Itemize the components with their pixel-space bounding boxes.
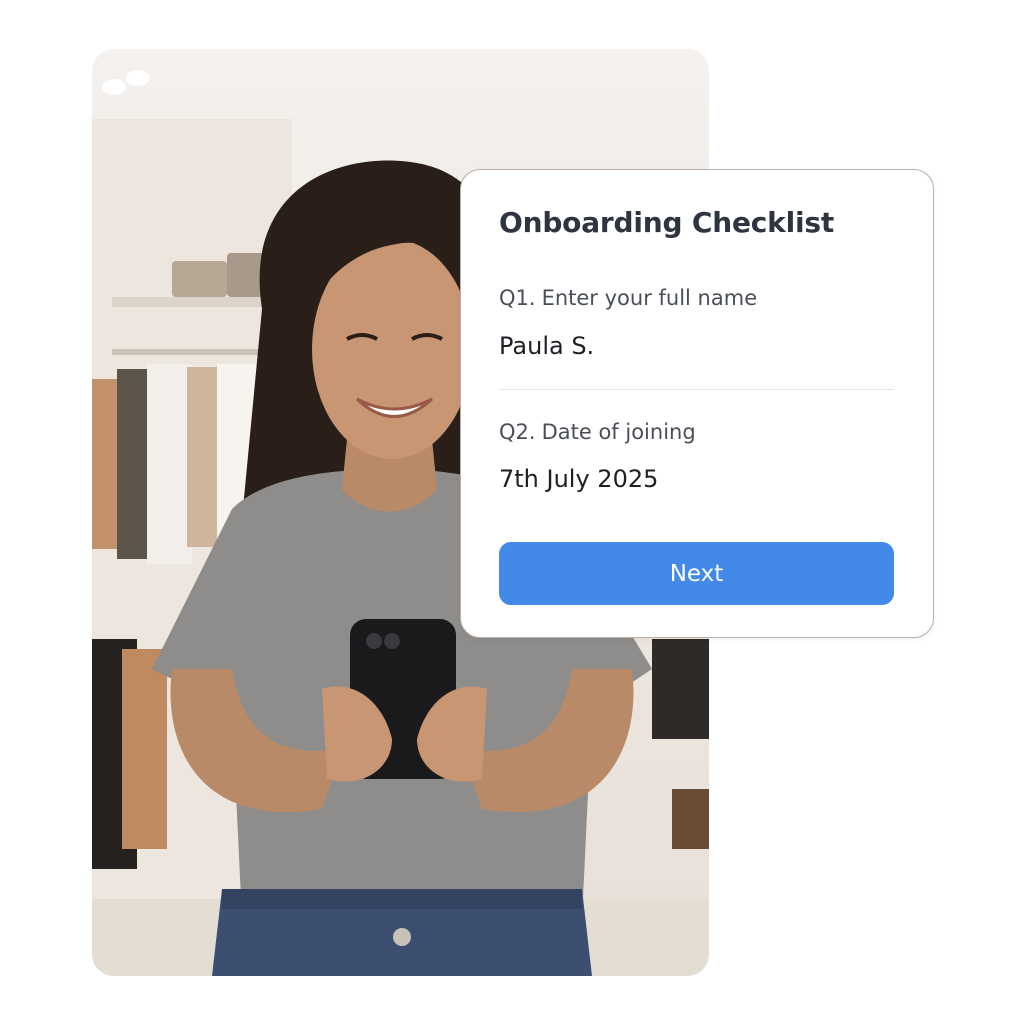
question-1-label: Q1. Enter your full name [499, 286, 757, 310]
jeans-button [393, 928, 411, 946]
full-name-value[interactable]: Paula S. [499, 332, 594, 360]
next-button[interactable]: Next [499, 542, 894, 605]
ceiling-light [126, 70, 150, 86]
question-2-text: Date of joining [541, 420, 696, 444]
folded-clothes [172, 261, 227, 297]
page: Onboarding Checklist Q1. Enter your full … [0, 0, 1036, 1028]
hanging-garment [652, 639, 709, 739]
question-1-number: Q1. [499, 286, 536, 310]
hanging-garment [147, 364, 192, 564]
phone-camera [384, 633, 400, 649]
divider [499, 389, 894, 390]
date-of-joining-value[interactable]: 7th July 2025 [499, 465, 658, 493]
card-title: Onboarding Checklist [499, 206, 835, 239]
ceiling-light [102, 79, 126, 95]
question-2-number: Q2. [499, 420, 536, 444]
question-2-label: Q2. Date of joining [499, 420, 696, 444]
onboarding-checklist-card: Onboarding Checklist Q1. Enter your full … [460, 169, 934, 638]
shoes [672, 789, 709, 849]
question-1-text: Enter your full name [541, 286, 758, 310]
hanging-garment [122, 649, 167, 849]
shelf [112, 297, 282, 307]
phone-camera [366, 633, 382, 649]
jeans-waistband [222, 889, 582, 909]
